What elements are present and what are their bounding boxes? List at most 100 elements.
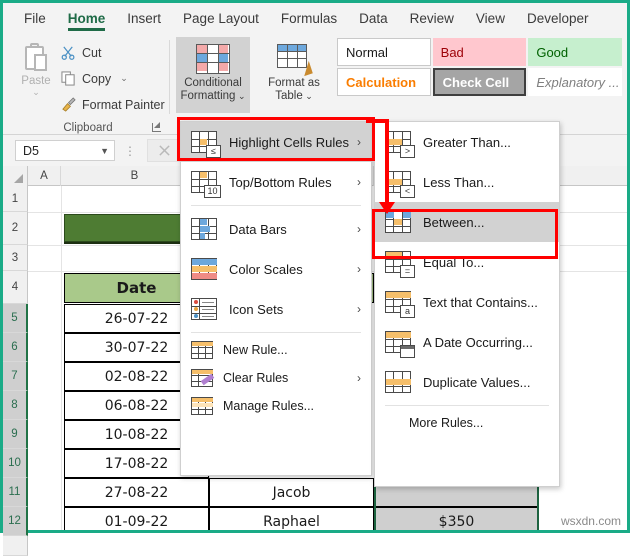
row-header-2[interactable]: 2 [3,212,28,245]
menu-label: Equal To... [423,254,485,270]
less-than-icon: < [385,171,415,198]
row-header-column: 1 2 3 4 5 6 7 8 9 10 11 12 [3,186,28,556]
style-bad[interactable]: Bad [432,38,527,66]
row-header-7[interactable]: 7 [3,362,28,391]
cell-amount-12[interactable]: $350 [374,507,539,530]
row-header-10[interactable]: 10 [3,449,28,478]
menu-item-text-that-contains[interactable]: a Text that Contains... [375,282,559,322]
less-than-badge: < [400,185,415,198]
paste-button[interactable]: Paste ⌄ [13,40,59,108]
scissors-icon [61,46,75,60]
copy-label: Copy [82,71,112,86]
top-bottom-rules-icon: 10 [191,171,221,198]
cell-name-11[interactable]: Jacob [209,478,374,507]
clear-rules-icon [191,369,215,387]
menu-item-less-than[interactable]: < Less Than... [375,162,559,202]
conditional-formatting-icon [196,44,230,74]
chevron-down-icon[interactable]: ⌄ [235,91,246,101]
chevron-right-icon: › [357,135,361,149]
menu-item-clear-rules[interactable]: Clear Rules › [181,364,371,392]
manage-rules-icon [191,397,213,415]
text-contains-badge: a [400,305,415,318]
chevron-right-icon: › [357,302,361,316]
row-header-8[interactable]: 8 [3,391,28,420]
row-header-5[interactable]: 5 [3,304,28,333]
highlight-cells-rules-icon: ≤ [191,131,221,158]
menu-item-new-rule[interactable]: New Rule... [181,336,371,364]
menu-item-more-rules[interactable]: More Rules... [375,409,559,437]
select-all-corner[interactable] [3,166,28,186]
menu-item-highlight-cells-rules[interactable]: ≤ Highlight Cells Rules › [181,122,371,162]
row-header-blank[interactable] [3,536,28,556]
tab-data[interactable]: Data [348,7,399,31]
calendar-icon [385,331,415,358]
menu-item-between[interactable]: Between... [375,202,559,242]
tab-page-layout[interactable]: Page Layout [172,7,270,31]
format-as-table-button[interactable]: Format as Table ⌄ [257,37,331,113]
tab-view[interactable]: View [465,7,516,31]
cell-date-11[interactable]: 27-08-22 [64,478,209,507]
watermark: wsxdn.com [560,514,621,528]
chevron-down-icon[interactable]: ⌄ [303,91,313,101]
equal-to-badge: = [400,265,415,278]
format-painter-button[interactable]: Format Painter [61,94,165,115]
row-header-9[interactable]: 9 [3,420,28,449]
menu-item-manage-rules[interactable]: Manage Rules... [181,392,371,420]
copy-button[interactable]: Copy ⌄ [61,68,128,89]
menu-item-top-bottom-rules[interactable]: 10 Top/Bottom Rules › [181,162,371,202]
style-normal[interactable]: Normal [337,38,431,66]
menu-item-icon-sets[interactable]: Icon Sets › [181,289,371,329]
tab-formulas[interactable]: Formulas [270,7,348,31]
cut-button[interactable]: Cut [61,42,101,63]
menu-item-duplicate-values[interactable]: Duplicate Values... [375,362,559,402]
chevron-down-icon[interactable]: ⌄ [120,73,128,84]
group-divider [169,40,170,114]
row-header-12[interactable]: 12 [3,507,28,536]
chevron-down-icon[interactable]: ▼ [100,146,109,156]
tab-file[interactable]: File [13,7,57,31]
row-header-3[interactable]: 3 [3,245,28,271]
tab-home[interactable]: Home [57,7,117,31]
menu-label: Greater Than... [423,134,511,150]
menu-item-a-date-occurring[interactable]: A Date Occurring... [375,322,559,362]
menu-label: Data Bars [229,221,287,237]
tab-insert[interactable]: Insert [116,7,172,31]
style-explanatory[interactable]: Explanatory ... [528,68,622,96]
cell-date-12[interactable]: 01-09-22 [64,507,209,530]
tab-review[interactable]: Review [399,7,465,31]
menu-item-data-bars[interactable]: Data Bars › [181,209,371,249]
menu-item-equal-to[interactable]: = Equal To... [375,242,559,282]
conditional-formatting-button[interactable]: Conditional Formatting ⌄ [176,37,250,113]
style-check-cell[interactable]: Check Cell [432,68,527,96]
chevron-right-icon: › [357,371,361,385]
menu-label: Top/Bottom Rules [229,174,332,190]
paste-label: Paste [21,75,51,87]
tab-developer[interactable]: Developer [516,7,600,31]
menu-item-greater-than[interactable]: > Greater Than... [375,122,559,162]
cancel-formula-button[interactable] [147,139,181,162]
row-header-11[interactable]: 11 [3,478,28,507]
column-header-a[interactable]: A [28,166,61,186]
ribbon-group-styles: Conditional Formatting ⌄ Format as Table… [175,34,627,135]
data-bars-icon [191,218,217,240]
chevron-down-icon[interactable]: ⌄ [32,88,40,97]
row-header-1[interactable]: 1 [3,186,28,212]
name-box[interactable]: D5 ▼ [15,140,115,161]
format-as-table-label-2: Table [275,90,303,102]
menu-label: Clear Rules [223,371,289,385]
format-painter-label: Format Painter [82,97,165,112]
style-calculation[interactable]: Calculation [337,68,431,96]
formula-bar-separator: ⋮ [124,143,136,158]
clipboard-dialog-launcher-icon[interactable] [151,122,162,133]
menu-label: More Rules... [409,416,484,430]
row-header-6[interactable]: 6 [3,333,28,362]
duplicate-values-icon [385,371,411,393]
cell-name-12[interactable]: Raphael [209,507,374,530]
greater-than-icon: > [385,131,415,158]
row-header-4[interactable]: 4 [3,271,28,304]
style-good[interactable]: Good [528,38,622,66]
greater-than-badge: > [400,145,415,158]
highlight-cells-rules-submenu: > Greater Than... < Less Than... Between… [374,121,560,487]
format-as-table-icon [277,44,313,77]
menu-item-color-scales[interactable]: Color Scales › [181,249,371,289]
